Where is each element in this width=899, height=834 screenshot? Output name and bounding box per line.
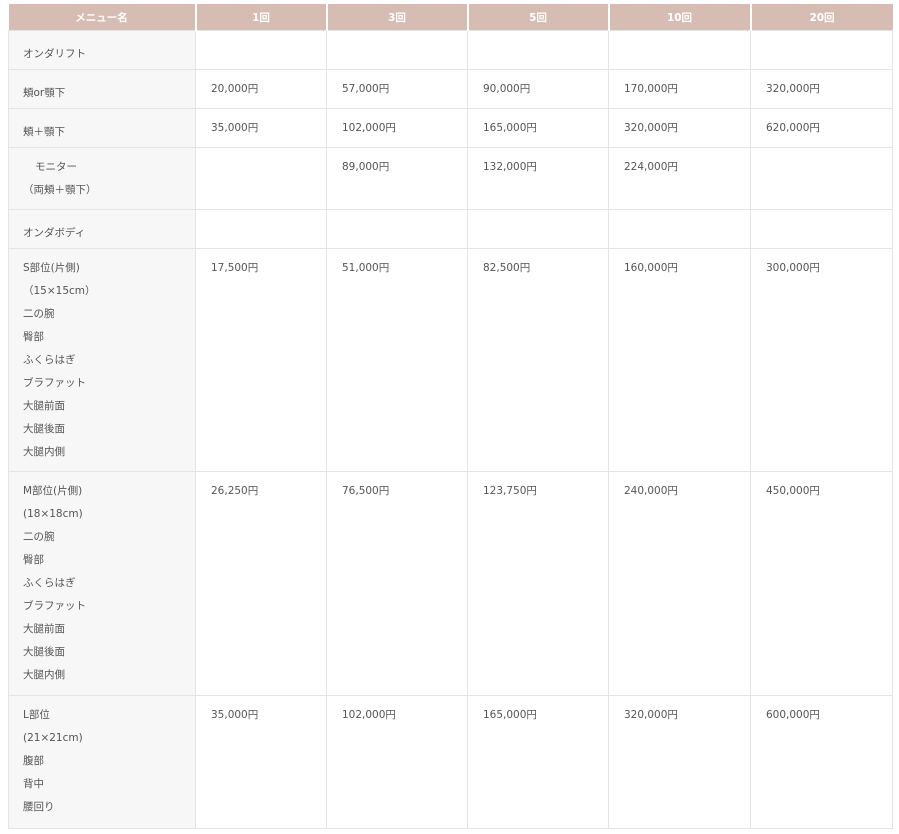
- price-table: メニュー名 1回 3回 5回 10回 20回 オンダリフト 頬or顎下 20,0…: [8, 4, 893, 829]
- table-row: モニター （両頬＋顎下） 89,000円 132,000円 224,000円: [8, 147, 893, 210]
- menu-name-line: S部位(片側): [23, 262, 80, 274]
- menu-name-line: 大腿内側: [23, 446, 65, 458]
- price-cell: 17,500円: [195, 248, 327, 472]
- table-row: L部位 (21×21cm) 腹部 背中 腰回り 35,000円 102,000円…: [8, 695, 893, 829]
- price-cell: [750, 209, 893, 249]
- price-cell: 82,500円: [467, 248, 609, 472]
- menu-name-line: ブラファット: [23, 377, 86, 389]
- menu-name-line: L部位: [23, 709, 50, 721]
- table-row: オンダリフト: [8, 30, 893, 70]
- price-cell: [195, 30, 327, 70]
- menu-name-line: 腰回り: [23, 801, 55, 813]
- menu-name-line: ふくらはぎ: [23, 577, 76, 589]
- menu-name-line: 大腿前面: [23, 400, 65, 412]
- price-cell: 165,000円: [467, 108, 609, 148]
- price-cell: 170,000円: [608, 69, 751, 109]
- price-cell: [467, 30, 609, 70]
- price-cell: 160,000円: [608, 248, 751, 472]
- menu-name-line: 臀部: [23, 331, 44, 343]
- price-cell: [608, 209, 751, 249]
- menu-name-line: 背中: [23, 778, 44, 790]
- menu-name-cell: 頬＋顎下: [8, 108, 196, 148]
- table-row: オンダボディ: [8, 209, 893, 249]
- header-1-time: 1回: [195, 4, 328, 31]
- price-cell: [750, 30, 893, 70]
- price-cell: 224,000円: [608, 147, 751, 210]
- header-5-times: 5回: [467, 4, 610, 31]
- menu-name-line: （両頬＋顎下）: [23, 184, 97, 196]
- menu-name-line: モニター: [35, 161, 77, 173]
- price-cell: 320,000円: [750, 69, 893, 109]
- table-row: 頬or顎下 20,000円 57,000円 90,000円 170,000円 3…: [8, 69, 893, 109]
- header-3-times: 3回: [326, 4, 469, 31]
- menu-name-line: 腹部: [23, 755, 44, 767]
- price-cell: 300,000円: [750, 248, 893, 472]
- price-cell: 89,000円: [326, 147, 468, 210]
- menu-name-line: 二の腕: [23, 531, 55, 543]
- price-cell: 76,500円: [326, 471, 468, 696]
- price-cell: 600,000円: [750, 695, 893, 829]
- menu-name-line: 大腿前面: [23, 623, 65, 635]
- price-cell: 51,000円: [326, 248, 468, 472]
- price-cell: [195, 147, 327, 210]
- menu-name-line: 頬＋顎下: [23, 126, 65, 138]
- menu-name-line: (21×21cm): [23, 732, 83, 744]
- price-cell: [326, 30, 468, 70]
- price-cell: 450,000円: [750, 471, 893, 696]
- menu-name-line: 二の腕: [23, 308, 55, 320]
- header-10-times: 10回: [608, 4, 752, 31]
- menu-name-cell: モニター （両頬＋顎下）: [8, 147, 196, 210]
- menu-name-cell: L部位 (21×21cm) 腹部 背中 腰回り: [8, 695, 196, 829]
- price-cell: 57,000円: [326, 69, 468, 109]
- menu-name-line: 大腿後面: [23, 646, 65, 658]
- price-cell: 20,000円: [195, 69, 327, 109]
- menu-name-cell: 頬or顎下: [8, 69, 196, 109]
- menu-name-line: 頬or顎下: [23, 87, 66, 99]
- price-cell: 132,000円: [467, 147, 609, 210]
- header-row: メニュー名 1回 3回 5回 10回 20回: [8, 4, 893, 31]
- menu-name-line: ふくらはぎ: [23, 354, 76, 366]
- menu-name-line: (18×18cm): [23, 508, 83, 520]
- price-cell: 102,000円: [326, 695, 468, 829]
- menu-name-line: （15×15cm）: [23, 285, 96, 297]
- price-cell: [195, 209, 327, 249]
- price-cell: 620,000円: [750, 108, 893, 148]
- price-cell: 123,750円: [467, 471, 609, 696]
- menu-name-line: 大腿後面: [23, 423, 65, 435]
- menu-name-line: オンダリフト: [23, 48, 86, 60]
- menu-name-cell: オンダリフト: [8, 30, 196, 70]
- header-menu-name: メニュー名: [8, 4, 197, 31]
- menu-name-cell: S部位(片側) （15×15cm） 二の腕 臀部 ふくらはぎ ブラファット 大腿…: [8, 248, 196, 472]
- table-row: M部位(片側) (18×18cm) 二の腕 臀部 ふくらはぎ ブラファット 大腿…: [8, 471, 893, 696]
- price-cell: 90,000円: [467, 69, 609, 109]
- table-row: S部位(片側) （15×15cm） 二の腕 臀部 ふくらはぎ ブラファット 大腿…: [8, 248, 893, 472]
- menu-name-cell: M部位(片側) (18×18cm) 二の腕 臀部 ふくらはぎ ブラファット 大腿…: [8, 471, 196, 696]
- price-cell: 320,000円: [608, 108, 751, 148]
- table-row: 頬＋顎下 35,000円 102,000円 165,000円 320,000円 …: [8, 108, 893, 148]
- header-20-times: 20回: [750, 4, 893, 31]
- menu-name-line: オンダボディ: [23, 227, 86, 239]
- price-cell: 102,000円: [326, 108, 468, 148]
- price-cell: 320,000円: [608, 695, 751, 829]
- price-cell: 240,000円: [608, 471, 751, 696]
- menu-name-line: 大腿内側: [23, 669, 65, 681]
- menu-name-line: 臀部: [23, 554, 44, 566]
- menu-name-line: M部位(片側): [23, 485, 83, 497]
- price-cell: [326, 209, 468, 249]
- price-cell: [750, 147, 893, 210]
- price-cell: 35,000円: [195, 108, 327, 148]
- price-cell: 165,000円: [467, 695, 609, 829]
- menu-name-line: ブラファット: [23, 600, 86, 612]
- menu-name-cell: オンダボディ: [8, 209, 196, 249]
- price-cell: 35,000円: [195, 695, 327, 829]
- price-cell: [608, 30, 751, 70]
- price-cell: [467, 209, 609, 249]
- price-cell: 26,250円: [195, 471, 327, 696]
